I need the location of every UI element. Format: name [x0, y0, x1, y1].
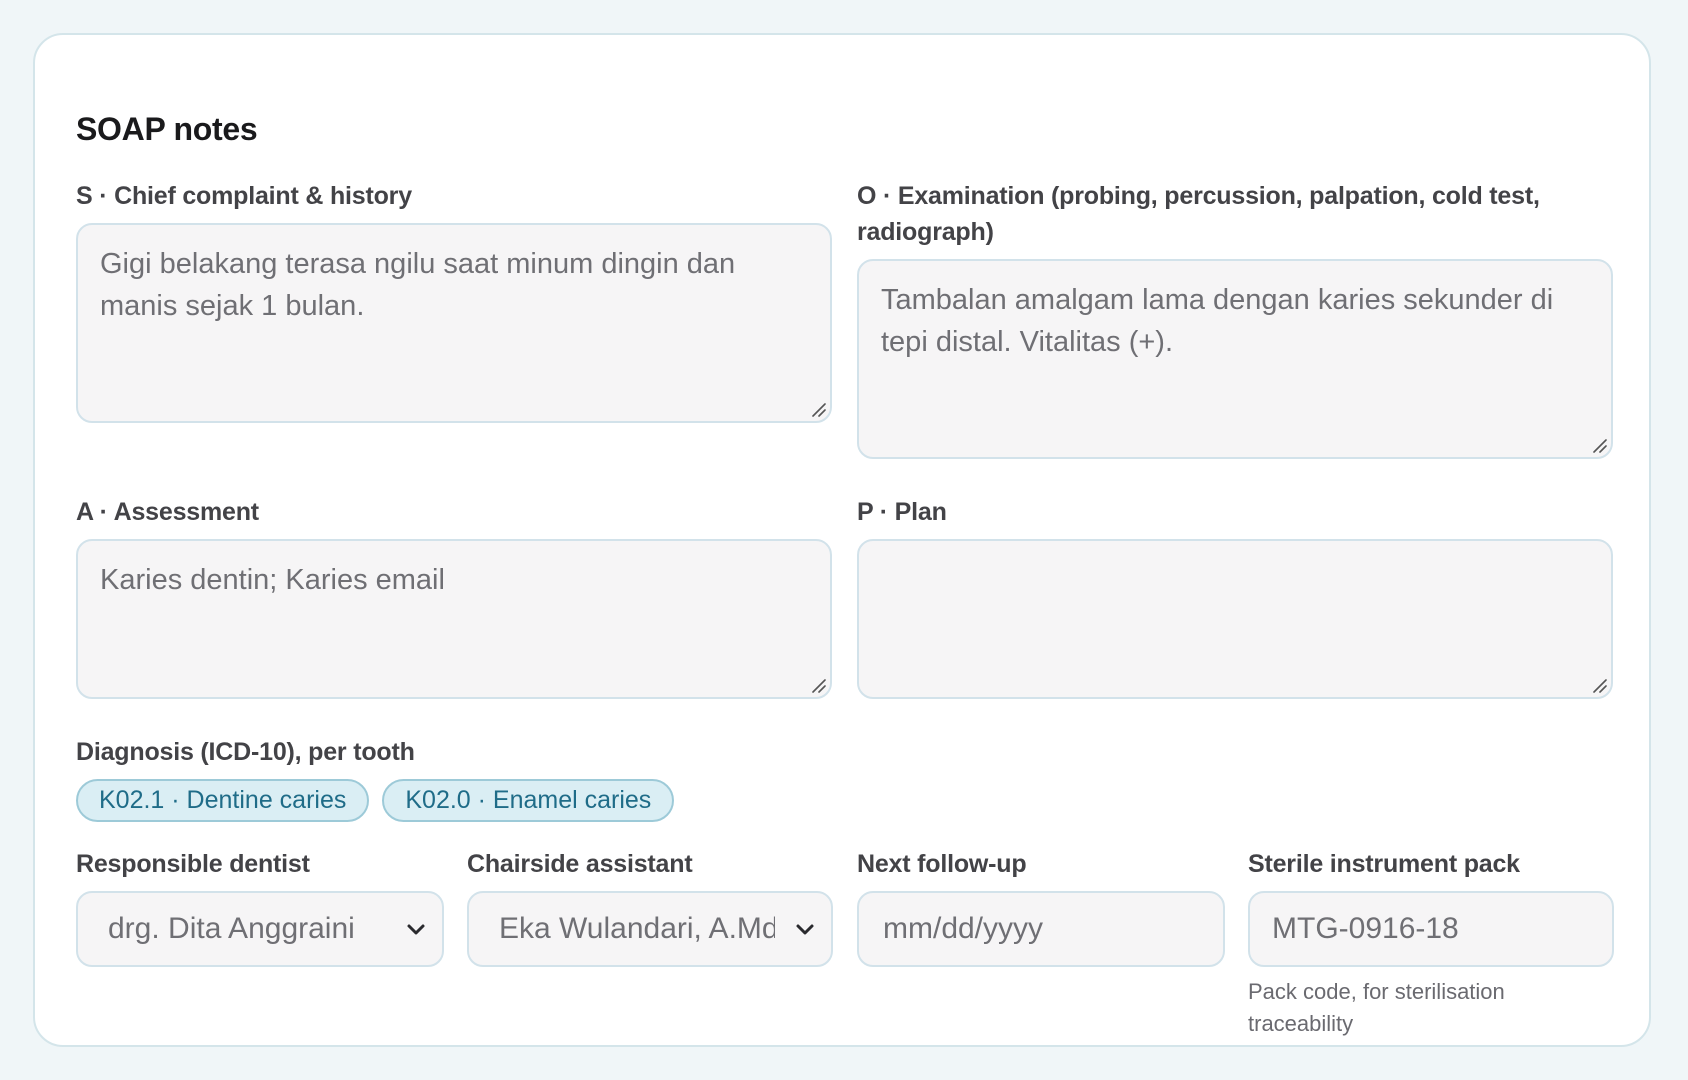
diagnosis-chip[interactable]: K02.0 · Enamel caries [382, 779, 675, 822]
resize-grip-icon[interactable] [1591, 437, 1607, 453]
diagnosis-chip-list: K02.1 · Dentine caries K02.0 · Enamel ca… [76, 779, 675, 822]
dentist-label: Responsible dentist [76, 850, 310, 878]
resize-grip-icon[interactable] [1591, 677, 1607, 693]
objective-text: Tambalan amalgam lama dengan karies seku… [881, 284, 1554, 358]
resize-grip-icon[interactable] [810, 677, 826, 693]
soap-notes-card: SOAP notes S · Chief complaint & history… [33, 33, 1651, 1047]
pack-label: Sterile instrument pack [1248, 850, 1520, 878]
pack-code-hint: Pack code, for sterilisation traceabilit… [1248, 979, 1505, 1036]
followup-date-input[interactable]: mm/dd/yyyy [857, 891, 1225, 967]
pack-code-input[interactable]: MTG-0916-18 [1248, 891, 1614, 967]
assistant-label: Chairside assistant [467, 850, 693, 878]
followup-label: Next follow-up [857, 850, 1027, 878]
subjective-text: Gigi belakang terasa ngilu saat minum di… [100, 248, 736, 322]
dentist-select[interactable]: drg. Dita Anggraini [76, 891, 444, 967]
plan-label: P · Plan [857, 498, 947, 526]
assessment-text: Karies dentin; Karies email [100, 564, 445, 596]
subjective-label: S · Chief complaint & history [76, 182, 412, 210]
pack-code-value: MTG-0916-18 [1272, 912, 1459, 945]
resize-grip-icon[interactable] [810, 401, 826, 417]
diagnosis-label: Diagnosis (ICD-10), per tooth [76, 738, 415, 766]
subjective-textarea[interactable]: Gigi belakang terasa ngilu saat minum di… [76, 223, 832, 423]
assessment-textarea[interactable]: Karies dentin; Karies email [76, 539, 832, 699]
assistant-select-value: Eka Wulandari, A.Md.K [499, 912, 775, 945]
chevron-down-icon [407, 924, 425, 935]
objective-textarea[interactable]: Tambalan amalgam lama dengan karies seku… [857, 259, 1613, 459]
assistant-select[interactable]: Eka Wulandari, A.Md.K [467, 891, 833, 967]
diagnosis-chip[interactable]: K02.1 · Dentine caries [76, 779, 370, 822]
objective-label: O · Examination (probing, percussion, pa… [857, 182, 1540, 246]
chevron-down-icon [796, 924, 814, 935]
card-title: SOAP notes [76, 111, 258, 147]
plan-textarea[interactable] [857, 539, 1613, 699]
assessment-label: A · Assessment [76, 498, 259, 526]
followup-date-placeholder: mm/dd/yyyy [883, 912, 1044, 945]
dentist-select-value: drg. Dita Anggraini [108, 912, 355, 945]
